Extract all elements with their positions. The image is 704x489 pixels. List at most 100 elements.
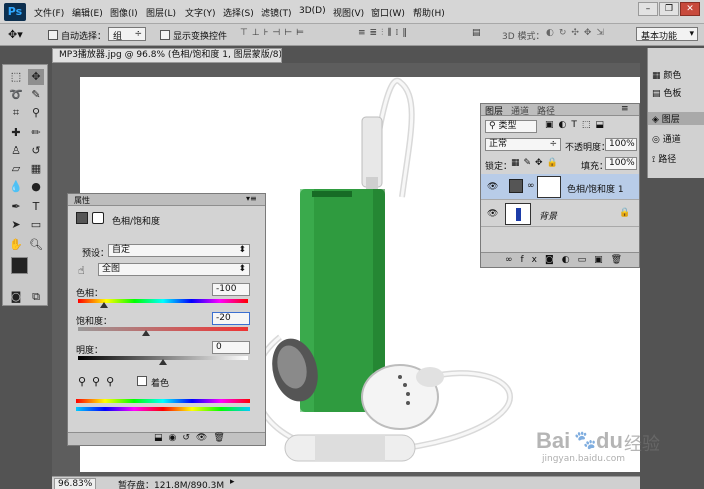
crop-tool-icon[interactable]: ⌗ <box>8 105 24 121</box>
foreground-color-swatch[interactable] <box>11 257 28 274</box>
eyedropper-icons[interactable]: ⚲⚲⚲ <box>78 375 120 388</box>
dodge-tool-icon[interactable]: ● <box>28 179 44 195</box>
quick-mask-icon[interactable]: ◙ <box>8 289 24 305</box>
close-icon[interactable]: ✕ <box>680 2 700 16</box>
lasso-tool-icon[interactable]: ➰ <box>8 87 24 103</box>
eye-icon[interactable]: 👁 <box>487 209 498 219</box>
layer-name[interactable]: 色相/饱和度 1 <box>567 182 624 195</box>
auto-select-dropdown[interactable]: 组 ÷ <box>108 27 146 42</box>
zoom-tool-icon[interactable]: 🔍︎ <box>28 237 44 253</box>
menu-layer[interactable]: 图层(L) <box>146 6 176 19</box>
dock-paths[interactable]: ⟟ 路径 <box>652 152 676 165</box>
preset-label: 预设： <box>82 249 110 259</box>
quick-select-tool-icon[interactable]: ✎ <box>28 87 44 103</box>
menu-help[interactable]: 帮助(H) <box>413 6 445 19</box>
filter-icons[interactable]: ▣◐T⬚⬓ <box>545 120 609 130</box>
brush-tool-icon[interactable]: ✏ <box>28 125 44 141</box>
tab-paths[interactable]: 路径 <box>537 104 555 117</box>
tab-layers[interactable]: 图层 <box>485 104 503 117</box>
document-tab[interactable]: MP3播放器.jpg @ 96.8% (色相/饱和度 1, 图层蒙版/8) * … <box>52 48 282 63</box>
layer-name[interactable]: 背景 <box>539 209 557 222</box>
saturation-input[interactable]: -20 <box>212 312 250 325</box>
layers-footer: ∞fx◙◐▭▣🗑 <box>481 252 639 267</box>
history-brush-tool-icon[interactable]: ↺ <box>28 143 44 159</box>
auto-select-checkbox[interactable] <box>48 30 58 40</box>
marquee-tool-icon[interactable]: ⬚ <box>8 69 24 85</box>
lock-label: 锁定： <box>485 162 513 172</box>
lock-icons[interactable]: ▦✎✥🔒 <box>511 158 562 168</box>
opacity-label: 不透明度： <box>565 143 611 153</box>
properties-tab[interactable]: 属性 <box>74 195 90 206</box>
dock-channels[interactable]: ◎ 通道 <box>652 132 681 145</box>
layer-row-background[interactable]: 👁 背景 🔒 <box>481 201 639 227</box>
auto-align-icon[interactable]: ▤ <box>472 28 481 38</box>
fill-input[interactable]: 100% <box>605 157 637 170</box>
panel-menu-icon[interactable]: ≡ <box>621 104 629 114</box>
channel-dropdown[interactable]: 全图 ⬍ <box>98 263 250 276</box>
saturation-slider[interactable] <box>78 327 248 331</box>
zoom-level[interactable]: 96.83% <box>54 478 97 489</box>
workspace-dropdown[interactable]: 基本功能 ▾ <box>636 27 698 42</box>
clone-stamp-tool-icon[interactable]: ♙ <box>8 143 24 159</box>
menu-3d[interactable]: 3D(D) <box>299 6 326 16</box>
align-icons[interactable]: ⊤⊥⊦⊣⊢⊨ <box>240 28 308 38</box>
targeted-adjust-icon[interactable]: ☝ <box>78 264 85 277</box>
menu-window[interactable]: 窗口(W) <box>371 6 405 19</box>
saturation-slider-thumb[interactable] <box>142 330 150 336</box>
show-transform-label: 显示变换控件 <box>173 32 228 42</box>
status-bar: 96.83% 暂存盘：121.8M/890.3M ▸ <box>52 476 640 489</box>
shape-tool-icon[interactable]: ▭ <box>28 217 44 233</box>
distribute-icons[interactable]: ≡≣⫶⫼⁞‖ <box>358 28 411 38</box>
lightness-slider-thumb[interactable] <box>159 359 167 365</box>
dock-layers[interactable]: ◈ 图层 <box>648 112 704 125</box>
lightness-input[interactable]: 0 <box>212 341 250 354</box>
healing-brush-tool-icon[interactable]: ✚ <box>8 125 24 141</box>
menu-select[interactable]: 选择(S) <box>223 6 254 19</box>
type-tool-icon[interactable]: T <box>28 199 44 215</box>
dock-color[interactable]: ▦ 颜色 <box>652 68 681 81</box>
menu-filter[interactable]: 滤镜(T) <box>261 6 292 19</box>
hue-input[interactable]: -100 <box>212 283 250 296</box>
tab-channels[interactable]: 通道 <box>511 104 529 117</box>
blend-mode-dropdown[interactable]: 正常 ÷ <box>485 138 561 151</box>
hue-slider-thumb[interactable] <box>99 302 108 308</box>
move-tool-icon[interactable]: ✥▾ <box>8 28 23 41</box>
hand-tool-icon[interactable]: ✋ <box>8 237 24 253</box>
show-transform-checkbox[interactable] <box>160 30 170 40</box>
status-arrow-icon[interactable]: ▸ <box>230 477 235 487</box>
restore-icon[interactable]: ❐ <box>659 2 679 16</box>
watermark-url: jingyan.baidu.com <box>542 454 626 464</box>
menu-edit[interactable]: 编辑(E) <box>72 6 103 19</box>
opacity-input[interactable]: 100% <box>605 138 637 151</box>
eyedropper-tool-icon[interactable]: ⚲ <box>28 105 44 121</box>
blur-tool-icon[interactable]: 💧 <box>8 179 24 195</box>
right-dock: ▦ 颜色 ▤ 色板 ◈ 图层 ◎ 通道 ⟟ 路径 <box>647 48 704 178</box>
move-tool-icon[interactable]: ✥ <box>28 69 44 85</box>
3d-mode-icons[interactable]: ◐↻✣✥⇲ <box>546 28 609 38</box>
layer-footer-icons[interactable]: ∞fx◙◐▭▣🗑 <box>505 255 630 265</box>
mask-thumbnail[interactable] <box>537 176 561 198</box>
minimize-icon[interactable]: – <box>638 2 658 16</box>
dock-swatches[interactable]: ▤ 色板 <box>652 86 681 99</box>
link-icon[interactable]: ∞ <box>527 181 535 191</box>
layer-row-hue-saturation[interactable]: 👁 ∞ 色相/饱和度 1 <box>481 174 639 200</box>
adjustment-title: 色相/饱和度 <box>112 217 161 227</box>
menu-file[interactable]: 文件(F) <box>34 6 64 19</box>
menu-type[interactable]: 文字(Y) <box>185 6 216 19</box>
layers-panel: 图层 通道 路径 ≡ ⚲ 类型 ▣◐T⬚⬓ 正常 ÷ 不透明度： 100% 锁定… <box>480 103 640 268</box>
path-select-tool-icon[interactable]: ➤ <box>8 217 24 233</box>
colorize-checkbox[interactable] <box>137 376 147 386</box>
preset-dropdown[interactable]: 自定 ⬍ <box>108 244 250 257</box>
menu-image[interactable]: 图像(I) <box>110 6 138 19</box>
gradient-tool-icon[interactable]: ▦ <box>28 161 44 177</box>
filter-dropdown[interactable]: ⚲ 类型 <box>485 120 537 133</box>
dock-layers-label: 图层 <box>661 115 680 125</box>
panel-menu-icon[interactable]: ▾≡ <box>246 194 257 203</box>
screen-mode-icon[interactable]: ⧉ <box>28 289 44 305</box>
eye-icon[interactable]: 👁 <box>487 182 498 192</box>
mask-icon[interactable] <box>92 212 104 224</box>
menu-view[interactable]: 视图(V) <box>333 6 364 19</box>
eraser-tool-icon[interactable]: ▱ <box>8 161 24 177</box>
pen-tool-icon[interactable]: ✒ <box>8 199 24 215</box>
footer-buttons-icons[interactable]: ⬓◉↺👁🗑 <box>154 433 231 443</box>
